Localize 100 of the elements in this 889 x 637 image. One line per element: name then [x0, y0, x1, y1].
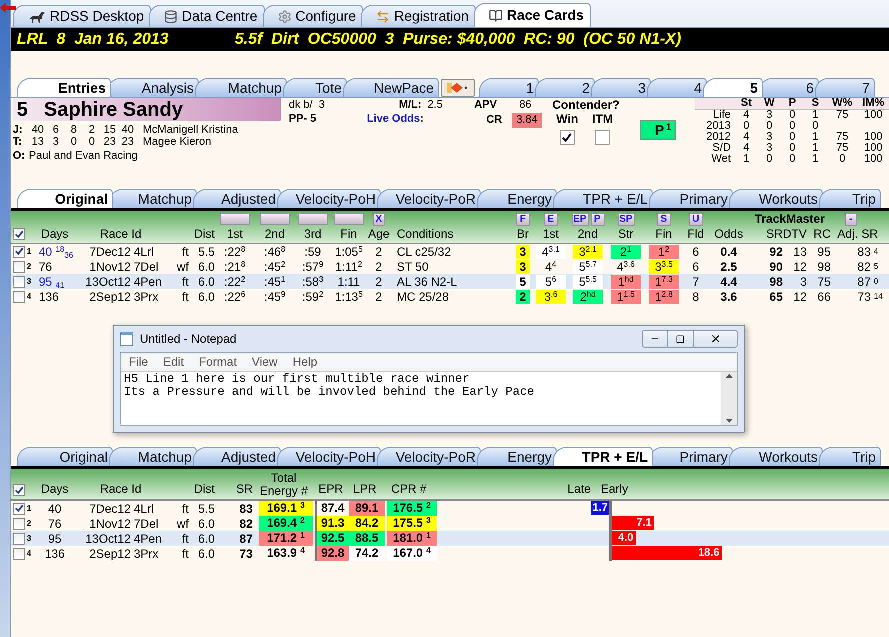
table-row[interactable]: 2 76 1Nov12 7Del wf 6.0 :21$^{8}$ :45$^{2}$ :57$^{9}$ 1:11$^{2}$ 2 ST 50 3 4$^{4}$ 5$^{5.7}$ 4$^{3.6}$ 3$^{3.5}$ 6 2.5 90 12 98 82 5 [11, 259, 889, 274]
tab[interactable]: 1 [479, 78, 539, 97]
speed-rating: 87 [238, 530, 253, 548]
cr-value: 3.84 [512, 113, 542, 128]
tab[interactable]: Energy [477, 189, 557, 208]
tab[interactable]: Matchup [195, 78, 287, 97]
tab[interactable]: Adjusted [193, 447, 281, 466]
scroll-up-icon[interactable] [726, 374, 732, 378]
table-row[interactable]: 3 95 13Oct12 4Pen ft 6.0 87 171.2 $^{1}$ 92.5 88.5 181.0 $^{1}$ 4.0 [11, 531, 889, 546]
row-checkbox[interactable] [13, 548, 25, 560]
program-number: 5 [17, 98, 28, 122]
column-header: Str [617, 226, 635, 243]
column-header: Dist [193, 481, 215, 498]
select-all-checkbox[interactable] [13, 228, 25, 240]
scrollbar[interactable] [721, 372, 737, 425]
select-all-checkbox[interactable] [13, 484, 25, 496]
tab[interactable]: Velocity-PoR [377, 189, 481, 208]
column-header: P [788, 98, 798, 109]
race-track: 4Lrl [133, 244, 156, 260]
tab[interactable]: Velocity-PoH [277, 447, 381, 466]
pace-picker-button[interactable] [441, 79, 475, 97]
tab[interactable]: Primary [649, 189, 733, 208]
filter-button[interactable]: U [689, 212, 703, 226]
tab[interactable]: Velocity-PoH [277, 189, 381, 208]
tab[interactable]: RDSS Desktop [13, 5, 152, 27]
tab[interactable]: 4 [647, 78, 707, 97]
filter-button[interactable]: P [590, 212, 604, 226]
contender-checkbox[interactable] [560, 130, 575, 145]
tab[interactable]: Original [17, 447, 113, 466]
row-checkbox[interactable] [13, 532, 25, 544]
tab[interactable]: Tote [283, 78, 347, 97]
sort-button[interactable] [220, 213, 250, 225]
call-position: 3$^{2.1}$ [573, 244, 603, 258]
tab[interactable]: Trip [819, 447, 881, 466]
filter-button[interactable]: - [845, 212, 857, 226]
tab[interactable]: Registration [361, 5, 476, 27]
column-header: CPR # [390, 481, 428, 498]
surface: ft [181, 288, 189, 306]
tab[interactable]: 5 [703, 78, 763, 97]
column-header: Total [271, 472, 297, 485]
fraction-time: :45$^{1}$ [264, 274, 286, 288]
tab[interactable]: Workouts [729, 447, 823, 466]
tab[interactable]: 3 [591, 78, 651, 97]
tab[interactable]: TPR + E/L [553, 447, 653, 466]
race-conditions: CL c25/32 [396, 244, 452, 260]
table-row[interactable]: 2 76 1Nov12 7Del wf 6.0 82 169.4 $^{2}$ 91.3 84.2 175.5 $^{3}$ 7.1 [11, 516, 889, 531]
row-number: 4 [27, 290, 32, 302]
record-label: Wet [710, 154, 732, 165]
contender-checkbox[interactable] [595, 130, 610, 145]
tab[interactable]: Energy [477, 447, 557, 466]
filter-button[interactable]: EP [572, 212, 588, 226]
filter-button[interactable]: F [516, 212, 530, 226]
filter-button[interactable]: E [544, 212, 558, 226]
menu-item[interactable]: View [252, 353, 278, 371]
table-row[interactable]: 1 40 7Dec12 4Lrl ft 5.5 83 169.1 $^{3}$ 87.4 89.1 176.5 $^{2}$ 1.7 [11, 501, 889, 516]
tab[interactable]: Matchup [109, 447, 197, 466]
table-row[interactable]: 4 136 2Sep12 3Prx ft 6.0 :22$^{6}$ :45$^{9}$ :59$^{2}$ 1:13$^{5}$ 2 MC 25/28 2 3$^{.6}$ 2$^{hd}$ 1$^{1.5}$ 1$^{2.8}$ 8 3.6 65 12 66 73 14 [11, 289, 889, 304]
tab[interactable]: Entries [17, 78, 111, 97]
tab[interactable]: Workouts [729, 189, 823, 208]
menu-item[interactable]: File [129, 353, 148, 371]
record-value: 0 [811, 121, 820, 132]
sort-button[interactable] [260, 213, 290, 225]
tab[interactable]: Configure [262, 5, 364, 27]
tab[interactable]: Original [17, 189, 113, 208]
tab[interactable]: NewPace [343, 78, 439, 97]
tab[interactable]: Velocity-PoR [377, 447, 481, 466]
table-row[interactable]: 3 95 $_{41}$ 13Oct12 4Pen ft 6.0 :22$^{2}$ :45$^{1}$ :58$^{3}$ 1:11 2 AL 36 N2-L 5 5$^{6}$ 5$^{5.5}$ 1$^{hd}$ 1$^{7.3}$ 7 4.4 98 3 75 87 0 [11, 274, 889, 289]
row-checkbox[interactable] [13, 290, 25, 302]
column-header: Fld [686, 226, 706, 243]
tab[interactable]: Data Centre [149, 5, 265, 27]
sort-button[interactable] [298, 213, 328, 225]
maximize-button[interactable] [668, 330, 694, 348]
tab[interactable]: 7 [815, 78, 875, 97]
row-checkbox[interactable] [13, 246, 25, 258]
menu-item[interactable]: Edit [163, 353, 184, 371]
race-date: 7Dec12 [88, 500, 131, 518]
record-value: 0 [742, 121, 751, 132]
row-number: 2 [27, 518, 32, 530]
tab[interactable]: Adjusted [193, 189, 281, 208]
table-row[interactable]: 4 136 2Sep12 3Prx ft 6.0 73 163.9 $^{4}$ 92.8 74.2 167.0 $^{4}$ 18.6 [11, 546, 889, 561]
row-checkbox[interactable] [13, 260, 25, 272]
sort-button[interactable] [334, 213, 364, 225]
tab[interactable]: 2 [535, 78, 595, 97]
record-value: 4 [742, 132, 751, 143]
post-position: PP- 5 [289, 112, 318, 126]
filter-button[interactable]: X [373, 212, 385, 226]
tab[interactable]: Trip [819, 189, 881, 208]
back-arrow-icon[interactable] [0, 3, 16, 13]
menu-item[interactable]: Format [199, 353, 238, 371]
tab[interactable]: TPR + E/L [553, 189, 653, 208]
close-button[interactable] [694, 330, 738, 348]
scroll-down-icon[interactable] [726, 419, 732, 423]
filter-button[interactable]: S [657, 212, 671, 226]
row-checkbox[interactable] [13, 276, 25, 288]
row-checkbox[interactable] [13, 502, 25, 514]
filter-button[interactable]: SP [618, 212, 634, 226]
row-checkbox[interactable] [13, 518, 25, 530]
tab[interactable]: Race Cards [474, 3, 592, 27]
column-header: Age [367, 226, 391, 243]
menu-item[interactable]: Help [292, 353, 318, 371]
